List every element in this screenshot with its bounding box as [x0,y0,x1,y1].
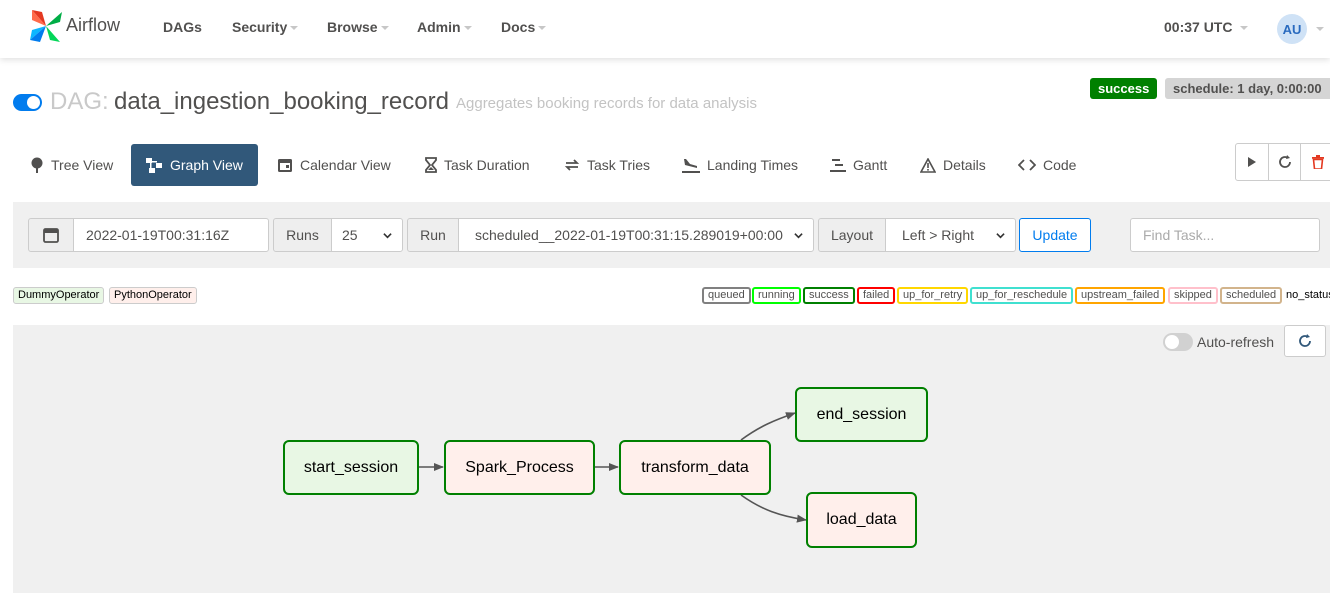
task-node-start-session[interactable]: start_session [283,440,419,495]
task-node-label: end_session [816,405,907,423]
task-node-spark-process[interactable]: Spark_Process [444,440,595,495]
edge-transform-data-to-end-session [740,412,796,441]
task-node-load-data[interactable]: load_data [806,492,917,548]
task-node-label: transform_data [641,458,749,476]
task-node-label: Spark_Process [465,458,574,476]
task-node-label: start_session [303,458,399,476]
task-node-end-session[interactable]: end_session [795,387,928,442]
task-node-label: load_data [826,511,897,528]
edge-transform-data-to-load-data [740,494,807,523]
graph-edges [419,412,807,523]
task-node-transform-data[interactable]: transform_data [619,440,771,495]
